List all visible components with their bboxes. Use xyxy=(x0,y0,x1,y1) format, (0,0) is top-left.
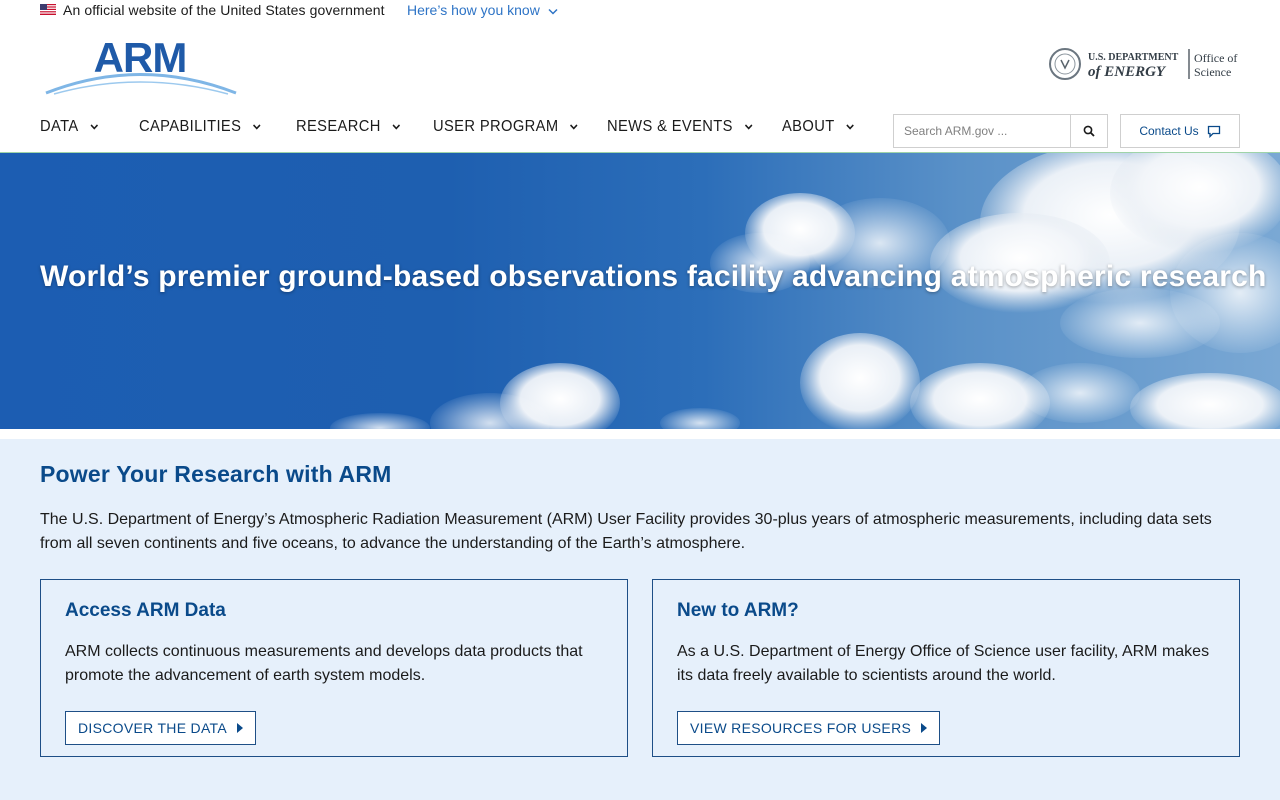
chevron-down-icon xyxy=(253,124,261,130)
heres-how-you-know-link[interactable]: Here’s how you know xyxy=(407,2,558,18)
gov-banner: An official website of the United States… xyxy=(0,0,1280,22)
doe-office-line1: Office of xyxy=(1194,51,1237,65)
intro-section: Power Your Research with ARM The U.S. De… xyxy=(0,439,1280,800)
heres-how-you-know-label: Here’s how you know xyxy=(407,2,540,18)
nav-item-news-events[interactable]: NEWS & EVENTS xyxy=(607,118,753,136)
chevron-down-icon xyxy=(548,8,558,15)
search-icon xyxy=(1083,125,1095,137)
nav-item-label: NEWS & EVENTS xyxy=(607,118,733,135)
nav-item-label: ABOUT xyxy=(782,118,835,135)
us-flag-icon xyxy=(40,4,56,15)
chevron-down-icon xyxy=(570,124,578,130)
nav-item-label: CAPABILITIES xyxy=(139,118,242,135)
nav-item-label: DATA xyxy=(40,118,79,135)
card-button-label: VIEW RESOURCES FOR USERS xyxy=(690,720,912,736)
nav-item-research[interactable]: RESEARCH xyxy=(296,118,401,136)
search-input[interactable] xyxy=(893,114,1071,148)
chevron-down-icon xyxy=(744,124,753,130)
doe-office-line2: Science xyxy=(1194,65,1231,79)
nav-item-data[interactable]: DATA xyxy=(40,118,99,136)
section-title: Power Your Research with ARM xyxy=(40,461,392,487)
access-data-card: Access ARM Data ARM collects continuous … xyxy=(40,579,628,757)
discover-the-data-button[interactable]: DISCOVER THE DATA xyxy=(65,711,257,745)
hero-title: World’s premier ground-based observation… xyxy=(40,260,1267,293)
search-button[interactable] xyxy=(1070,114,1108,148)
card-text: As a U.S. Department of Energy Office of… xyxy=(677,643,1210,684)
card-text: ARM collects continuous measurements and… xyxy=(65,643,583,684)
arm-logo-mark: ARM xyxy=(45,34,237,95)
nav-item-capabilities[interactable]: CAPABILITIES xyxy=(139,118,262,136)
section-divider xyxy=(0,429,1280,439)
contact-us-button[interactable]: Contact Us xyxy=(1120,114,1240,148)
doe-office-of-science-logo[interactable]: U.S. DEPARTMENT of ENERGY Office of Scie… xyxy=(1048,46,1240,82)
hero-banner: World’s premier ground-based observation… xyxy=(0,153,1280,429)
chevron-down-icon xyxy=(846,124,854,130)
caret-right-icon xyxy=(237,723,244,733)
chevron-down-icon xyxy=(392,124,401,130)
arm-logo[interactable]: ARM xyxy=(40,34,240,98)
section-description: The U.S. Department of Energy’s Atmosphe… xyxy=(40,511,1212,552)
doe-line2: of ENERGY xyxy=(1088,64,1167,80)
nav-item-label: RESEARCH xyxy=(296,118,381,135)
main-nav: DATA CAPABILITIES RESEARCH USER PROGRAM … xyxy=(0,104,1280,153)
nav-item-user-program[interactable]: USER PROGRAM xyxy=(433,118,579,136)
gov-banner-text: An official website of the United States… xyxy=(63,2,385,18)
card-title: New to ARM? xyxy=(677,600,799,621)
card-title: Access ARM Data xyxy=(65,600,226,621)
nav-item-about[interactable]: ABOUT xyxy=(782,118,855,136)
doe-seal-icon: U.S. DEPARTMENT of ENERGY Office of Scie… xyxy=(1049,48,1237,80)
card-button-label: DISCOVER THE DATA xyxy=(78,720,228,736)
view-resources-button[interactable]: VIEW RESOURCES FOR USERS xyxy=(677,711,941,745)
nav-item-label: USER PROGRAM xyxy=(433,118,559,135)
doe-line1: U.S. DEPARTMENT xyxy=(1088,52,1179,63)
new-to-arm-card: New to ARM? As a U.S. Department of Ener… xyxy=(652,579,1240,757)
chat-bubble-icon xyxy=(1207,125,1220,138)
contact-us-label: Contact Us xyxy=(1139,124,1199,138)
caret-right-icon xyxy=(921,723,928,733)
chevron-down-icon xyxy=(90,124,98,130)
